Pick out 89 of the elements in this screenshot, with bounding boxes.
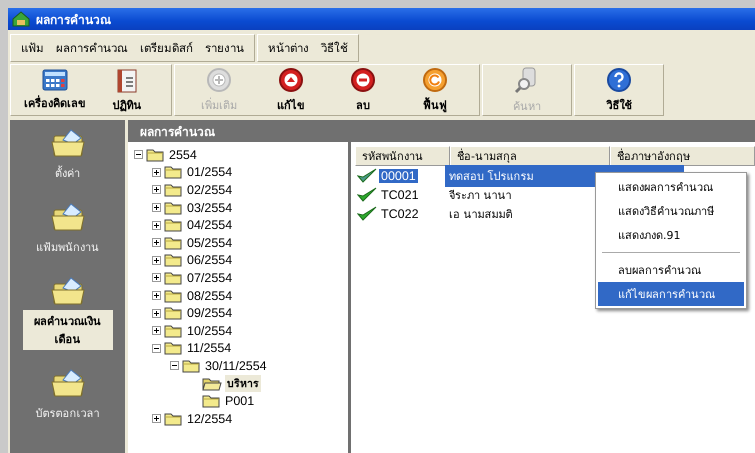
sidebar-item[interactable]: ตั้งค่า <box>22 162 112 184</box>
toolbar-button[interactable]: ฟื้นฟู <box>399 65 471 115</box>
folder-icon <box>50 202 84 232</box>
plus-circle-icon <box>206 66 232 92</box>
check-icon <box>357 186 377 202</box>
context-menu-item[interactable]: ลบผลการคำนวณ <box>598 258 744 282</box>
column-header[interactable]: ชื่อภาษาอังกฤษ <box>610 146 755 166</box>
folder-icon <box>50 128 84 158</box>
expand-toggle[interactable] <box>152 414 161 424</box>
context-menu-item[interactable]: แสดงวิธีคำนวณภาษี <box>598 199 744 223</box>
table-cell: 00001 <box>379 168 418 182</box>
table-cell-text: TC021 <box>380 188 420 202</box>
open-folder-icon <box>202 376 222 391</box>
collapse-toggle[interactable] <box>134 150 143 160</box>
folder-icon <box>202 394 220 408</box>
up-arrow-circle-icon <box>278 66 304 92</box>
check-icon <box>357 206 377 222</box>
folder-icon <box>164 200 182 215</box>
tree-item[interactable]: 08/2554 <box>185 288 234 303</box>
table-cell-text: จีระภา นานา <box>448 188 512 204</box>
sidebar-item[interactable]: แฟ้มพนักงาน <box>22 236 112 258</box>
menu-item[interactable]: ผลการคำนวณ <box>56 39 128 57</box>
expand-toggle[interactable] <box>152 185 161 194</box>
folder-icon <box>164 218 182 232</box>
collapse-toggle[interactable] <box>152 344 161 353</box>
toolbar-button[interactable]: เครื่องคิดเลข <box>19 65 91 115</box>
tree-item[interactable]: 03/2554 <box>185 200 234 215</box>
toolbar-button[interactable]: ลบ <box>327 65 399 115</box>
tree-item[interactable]: 05/2554 <box>185 236 234 250</box>
tree-item[interactable]: 04/2554 <box>185 218 234 232</box>
folder-icon <box>182 358 200 373</box>
folder-icon <box>164 288 182 303</box>
tree-item[interactable]: 01/2554 <box>185 165 234 180</box>
table-cell-text: เอ นามสมมติ <box>448 206 514 222</box>
sidebar-item[interactable]: บัตรตอกเวลา <box>22 402 112 424</box>
context-menu-item[interactable]: แก้ไขผลการคำนวณ <box>598 282 744 306</box>
expand-toggle[interactable] <box>152 220 161 230</box>
folder-icon <box>164 324 182 338</box>
column-header[interactable]: ชื่อ-นามสกุล <box>450 146 610 166</box>
folder-icon <box>164 165 182 180</box>
tree-item[interactable]: 2554 <box>167 148 199 162</box>
menu-item[interactable]: แฟ้ม <box>21 39 44 57</box>
menu-item[interactable]: หน้าต่าง <box>268 39 309 57</box>
tree-item[interactable]: 07/2554 <box>185 270 234 285</box>
toolbar-button[interactable]: ปฏิทิน <box>91 65 163 115</box>
help-icon <box>606 66 632 92</box>
collapse-toggle[interactable] <box>170 361 179 370</box>
menu-item[interactable]: เตรียมดิสก์ <box>140 39 193 57</box>
tree-item[interactable]: 12/2554 <box>185 412 234 426</box>
expand-toggle[interactable] <box>152 326 161 336</box>
tree-item[interactable]: 06/2554 <box>185 253 234 268</box>
tree-item[interactable]: 30/11/2554 <box>203 358 269 373</box>
tree-item[interactable]: 10/2554 <box>185 324 234 338</box>
refresh-circle-icon <box>422 66 448 92</box>
sidebar-item[interactable]: ผลคำนวณเงินเดือน <box>22 310 112 350</box>
folder-icon <box>164 270 182 285</box>
menu-item[interactable]: รายงาน <box>205 39 244 57</box>
tree-item[interactable]: 11/2554 <box>185 341 234 356</box>
tree-item[interactable]: 09/2554 <box>185 306 234 320</box>
toolbar-button[interactable]: แก้ไข <box>255 65 327 115</box>
panel-title: ผลการคำนวณ <box>140 124 215 140</box>
folder-icon <box>164 182 182 197</box>
folder-icon <box>164 236 182 250</box>
tree-item[interactable]: บริหาร <box>225 375 261 392</box>
tree-item[interactable]: P001 <box>223 394 256 408</box>
folder-icon <box>50 276 84 306</box>
column-header[interactable]: รหัสพนักงาน <box>355 146 450 166</box>
expand-toggle[interactable] <box>152 273 161 282</box>
expand-toggle[interactable] <box>152 168 161 177</box>
app-icon <box>12 11 30 27</box>
folder-icon <box>146 148 164 162</box>
folder-icon <box>164 306 182 320</box>
calendar-icon <box>116 66 138 92</box>
minus-circle-icon <box>350 66 376 92</box>
folder-icon <box>164 412 182 426</box>
folder-icon <box>50 368 84 398</box>
tree-item[interactable]: 02/2554 <box>185 182 234 197</box>
window-title: ผลการคำนวณ <box>36 12 111 28</box>
context-menu-item[interactable]: แสดงภงด.91 <box>598 223 744 247</box>
expand-toggle[interactable] <box>152 308 161 318</box>
expand-toggle[interactable] <box>152 291 161 300</box>
menu-item[interactable]: วิธีใช้ <box>321 39 348 57</box>
expand-toggle[interactable] <box>152 203 161 212</box>
expand-toggle[interactable] <box>152 256 161 265</box>
folder-icon <box>164 253 182 268</box>
expand-toggle[interactable] <box>152 238 161 248</box>
table-cell-text: TC022 <box>380 206 420 220</box>
folder-icon <box>164 341 182 356</box>
calculator-icon <box>42 68 68 90</box>
